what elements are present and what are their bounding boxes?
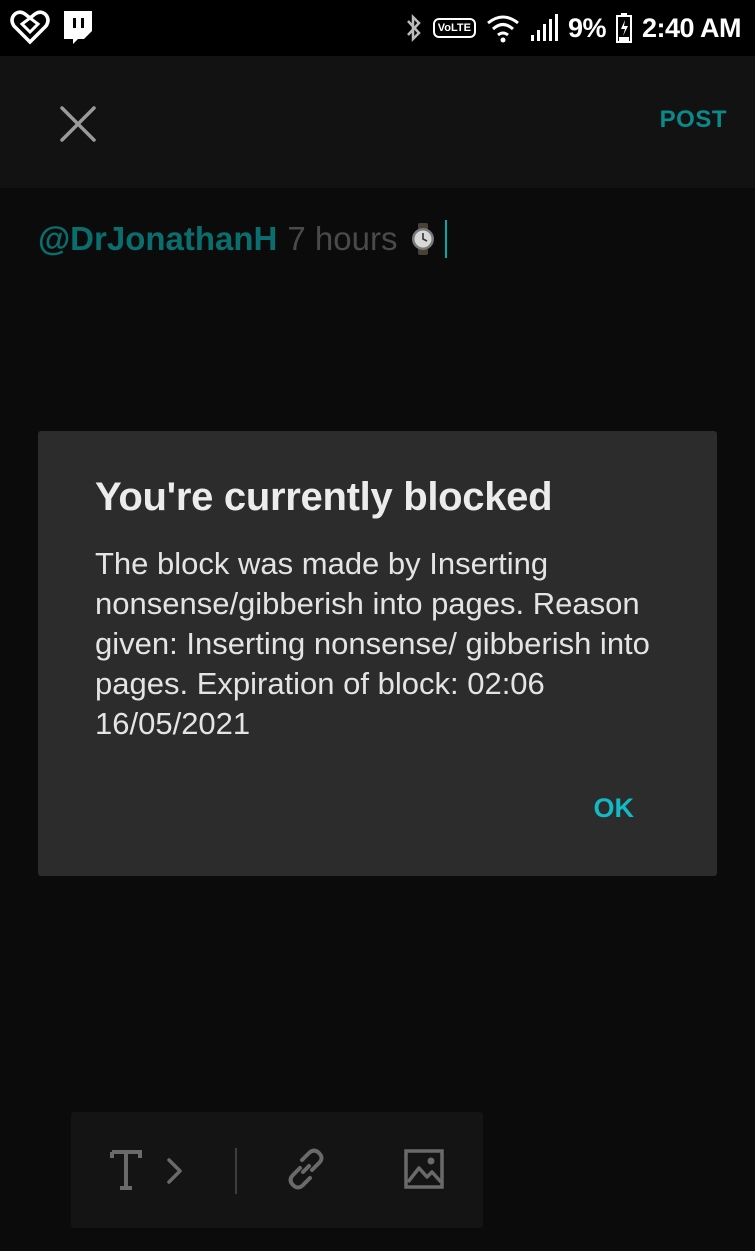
watch-icon bbox=[412, 223, 435, 255]
dialog-title: You're currently blocked bbox=[95, 475, 553, 519]
image-button[interactable] bbox=[403, 1146, 447, 1195]
status-bar: VoLTE 9% 2:40 AM bbox=[0, 0, 755, 56]
ok-button[interactable]: OK bbox=[594, 793, 635, 824]
composer-text[interactable]: @DrJonathanH 7 hours bbox=[38, 220, 448, 258]
status-left-icons bbox=[10, 8, 94, 46]
dialog-message: The block was made by Inserting nonsense… bbox=[95, 546, 650, 741]
composer-header: POST bbox=[0, 56, 755, 188]
toolbar-divider bbox=[235, 1148, 237, 1194]
close-button[interactable] bbox=[56, 102, 100, 146]
text-caret bbox=[445, 220, 448, 258]
twitch-icon bbox=[64, 11, 92, 44]
mention-link[interactable]: @DrJonathanH bbox=[38, 220, 277, 258]
link-button[interactable] bbox=[283, 1146, 329, 1197]
formatting-toolbar bbox=[71, 1112, 483, 1228]
link-icon bbox=[288, 1148, 324, 1190]
clock: 2:40 AM bbox=[641, 12, 742, 43]
bluetooth-icon bbox=[406, 13, 421, 43]
text-format-button[interactable] bbox=[109, 1146, 189, 1201]
wifi-icon bbox=[487, 15, 519, 43]
composer-hours-text: 7 hours bbox=[287, 220, 398, 257]
close-icon bbox=[60, 106, 96, 142]
status-right-icons: VoLTE 9% 2:40 AM bbox=[405, 0, 742, 56]
blocked-dialog: You're currently blocked The block was m… bbox=[38, 431, 717, 876]
battery-icon bbox=[615, 13, 632, 43]
signal-icon bbox=[530, 14, 558, 41]
volte-icon: VoLTE bbox=[432, 18, 476, 38]
text-format-icon bbox=[110, 1150, 182, 1190]
image-icon bbox=[404, 1149, 444, 1189]
battery-percent: 9% bbox=[567, 12, 607, 43]
post-button[interactable]: POST bbox=[660, 106, 727, 134]
app-heart-icon bbox=[10, 10, 50, 45]
